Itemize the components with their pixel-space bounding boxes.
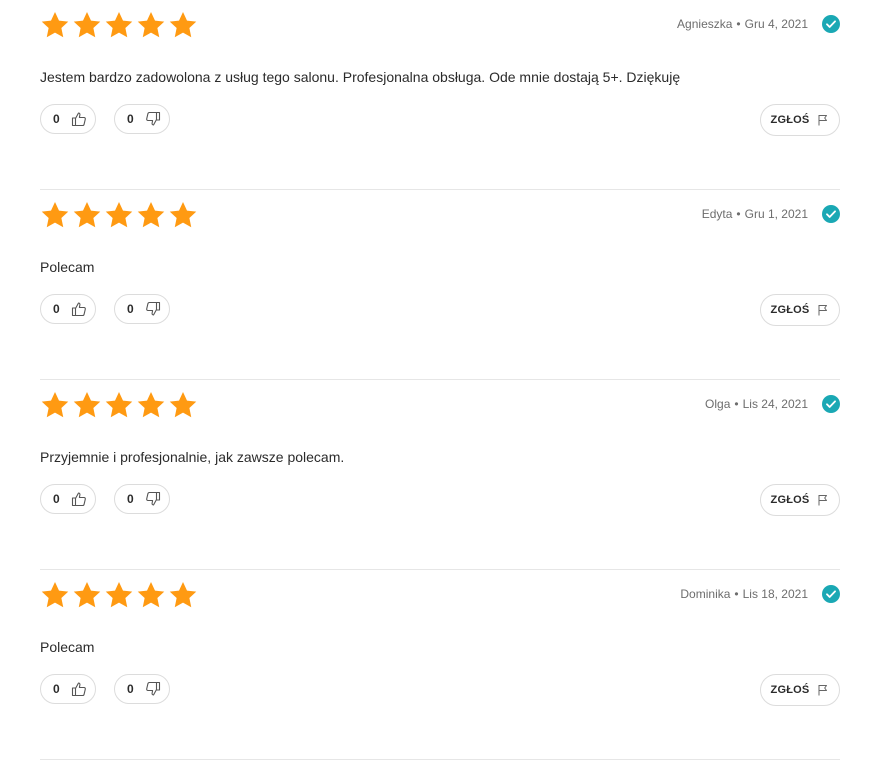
thumbs-up-icon bbox=[71, 491, 87, 507]
like-button[interactable]: 0 bbox=[40, 484, 96, 514]
review-text: Przyjemnie i profesjonalnie, jak zawsze … bbox=[40, 449, 345, 465]
dislike-count: 0 bbox=[127, 112, 134, 126]
review-text: Jestem bardzo zadowolona z usług tego sa… bbox=[40, 69, 681, 85]
review-date: Gru 1, 2021 bbox=[744, 207, 808, 221]
review-item: Edyta • Gru 1, 2021 Polecam 0 0 ZGŁOŚ bbox=[40, 190, 840, 380]
like-count: 0 bbox=[53, 302, 60, 316]
flag-icon bbox=[817, 304, 829, 316]
dislike-button[interactable]: 0 bbox=[114, 484, 170, 514]
star-rating bbox=[40, 10, 200, 40]
dislike-button[interactable]: 0 bbox=[114, 104, 170, 134]
like-button[interactable]: 0 bbox=[40, 674, 96, 704]
star-icon bbox=[104, 390, 134, 420]
review-text: Polecam bbox=[40, 639, 95, 655]
star-icon bbox=[72, 390, 102, 420]
report-label: ZGŁOŚ bbox=[770, 304, 810, 316]
meta-separator: • bbox=[736, 17, 741, 31]
thumbs-down-icon bbox=[145, 681, 161, 697]
report-label: ZGŁOŚ bbox=[770, 494, 810, 506]
review-item: Agnieszka • Gru 4, 2021 Jestem bardzo za… bbox=[40, 0, 840, 190]
star-icon bbox=[136, 580, 166, 610]
star-icon bbox=[104, 200, 134, 230]
review-meta: Dominika • Lis 18, 2021 bbox=[680, 585, 840, 603]
report-button[interactable]: ZGŁOŚ bbox=[760, 104, 840, 136]
star-icon bbox=[168, 200, 198, 230]
dislike-button[interactable]: 0 bbox=[114, 674, 170, 704]
vote-buttons: 0 0 bbox=[40, 484, 188, 514]
thumbs-up-icon bbox=[71, 681, 87, 697]
meta-separator: • bbox=[734, 397, 739, 411]
star-icon bbox=[136, 10, 166, 40]
review-author: Dominika bbox=[680, 587, 731, 601]
reviews-list: Agnieszka • Gru 4, 2021 Jestem bardzo za… bbox=[40, 0, 840, 760]
report-label: ZGŁOŚ bbox=[770, 114, 810, 126]
star-icon bbox=[40, 580, 70, 610]
report-button[interactable]: ZGŁOŚ bbox=[760, 294, 840, 326]
review-date: Gru 4, 2021 bbox=[744, 17, 808, 31]
review-text: Polecam bbox=[40, 259, 95, 275]
review-meta: Agnieszka • Gru 4, 2021 bbox=[677, 15, 840, 33]
star-icon bbox=[168, 580, 198, 610]
star-icon bbox=[168, 10, 198, 40]
star-icon bbox=[168, 390, 198, 420]
vote-buttons: 0 0 bbox=[40, 674, 188, 704]
dislike-count: 0 bbox=[127, 302, 134, 316]
review-item: Olga • Lis 24, 2021 Przyjemnie i profesj… bbox=[40, 380, 840, 570]
star-icon bbox=[40, 10, 70, 40]
verified-check-icon bbox=[822, 205, 840, 223]
vote-buttons: 0 0 bbox=[40, 294, 188, 324]
star-icon bbox=[136, 200, 166, 230]
report-button[interactable]: ZGŁOŚ bbox=[760, 674, 840, 706]
review-date: Lis 18, 2021 bbox=[742, 587, 808, 601]
star-icon bbox=[136, 390, 166, 420]
star-icon bbox=[72, 200, 102, 230]
review-meta: Edyta • Gru 1, 2021 bbox=[702, 205, 840, 223]
like-button[interactable]: 0 bbox=[40, 104, 96, 134]
star-icon bbox=[104, 10, 134, 40]
star-icon bbox=[104, 580, 134, 610]
star-icon bbox=[72, 580, 102, 610]
flag-icon bbox=[817, 684, 829, 696]
report-button[interactable]: ZGŁOŚ bbox=[760, 484, 840, 516]
star-rating bbox=[40, 200, 200, 230]
review-date: Lis 24, 2021 bbox=[742, 397, 808, 411]
thumbs-down-icon bbox=[145, 111, 161, 127]
meta-separator: • bbox=[736, 207, 741, 221]
thumbs-down-icon bbox=[145, 491, 161, 507]
verified-check-icon bbox=[822, 395, 840, 413]
meta-separator: • bbox=[734, 587, 739, 601]
dislike-count: 0 bbox=[127, 492, 134, 506]
star-icon bbox=[40, 390, 70, 420]
like-count: 0 bbox=[53, 112, 60, 126]
star-icon bbox=[40, 200, 70, 230]
star-icon bbox=[72, 10, 102, 40]
star-rating bbox=[40, 580, 200, 610]
star-rating bbox=[40, 390, 200, 420]
review-author: Olga bbox=[705, 397, 731, 411]
like-count: 0 bbox=[53, 492, 60, 506]
thumbs-down-icon bbox=[145, 301, 161, 317]
like-button[interactable]: 0 bbox=[40, 294, 96, 324]
flag-icon bbox=[817, 114, 829, 126]
verified-check-icon bbox=[822, 15, 840, 33]
dislike-count: 0 bbox=[127, 682, 134, 696]
report-label: ZGŁOŚ bbox=[770, 684, 810, 696]
review-meta: Olga • Lis 24, 2021 bbox=[705, 395, 840, 413]
verified-check-icon bbox=[822, 585, 840, 603]
review-author: Agnieszka bbox=[677, 17, 733, 31]
thumbs-up-icon bbox=[71, 111, 87, 127]
dislike-button[interactable]: 0 bbox=[114, 294, 170, 324]
vote-buttons: 0 0 bbox=[40, 104, 188, 134]
thumbs-up-icon bbox=[71, 301, 87, 317]
review-author: Edyta bbox=[701, 207, 733, 221]
like-count: 0 bbox=[53, 682, 60, 696]
flag-icon bbox=[817, 494, 829, 506]
review-item: Dominika • Lis 18, 2021 Polecam 0 0 ZGŁO… bbox=[40, 570, 840, 760]
